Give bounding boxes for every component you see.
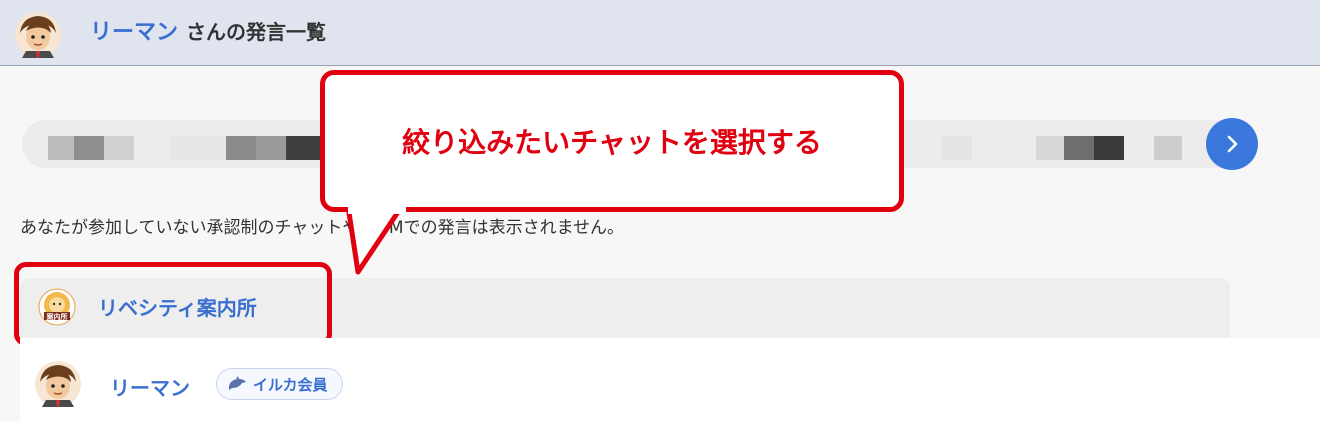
member-badge-label: イルカ会員 bbox=[253, 375, 328, 394]
next-chats-button[interactable] bbox=[1206, 118, 1258, 170]
visibility-notice: あなたが参加していない承認制のチャットや、DMでの発言は表示されません。 bbox=[20, 218, 625, 238]
header-user-name[interactable]: リーマン bbox=[90, 20, 178, 45]
group-highlight-box bbox=[14, 262, 332, 346]
dolphin-icon bbox=[229, 376, 246, 390]
callout-box: 絞り込みたいチャットを選択する bbox=[320, 70, 904, 212]
chat-chip[interactable] bbox=[170, 136, 320, 160]
page-title: リーマン さんの発言一覧 bbox=[90, 14, 326, 46]
chat-chip[interactable] bbox=[912, 136, 1012, 160]
message-row bbox=[20, 338, 1320, 422]
callout-tail bbox=[345, 206, 405, 275]
member-badge: イルカ会員 bbox=[216, 368, 343, 400]
page-header: リーマン さんの発言一覧 bbox=[0, 0, 1320, 66]
author-name[interactable]: リーマン bbox=[110, 372, 190, 401]
callout-tail-join bbox=[348, 202, 406, 214]
chat-chip[interactable] bbox=[48, 136, 138, 160]
chevron-right-icon bbox=[1227, 135, 1238, 153]
author-avatar[interactable] bbox=[34, 360, 82, 408]
header-title-suffix: さんの発言一覧 bbox=[186, 20, 327, 44]
callout-text: 絞り込みたいチャットを選択する bbox=[402, 126, 822, 159]
chat-chip[interactable] bbox=[1036, 136, 1196, 160]
user-avatar[interactable] bbox=[14, 11, 62, 59]
